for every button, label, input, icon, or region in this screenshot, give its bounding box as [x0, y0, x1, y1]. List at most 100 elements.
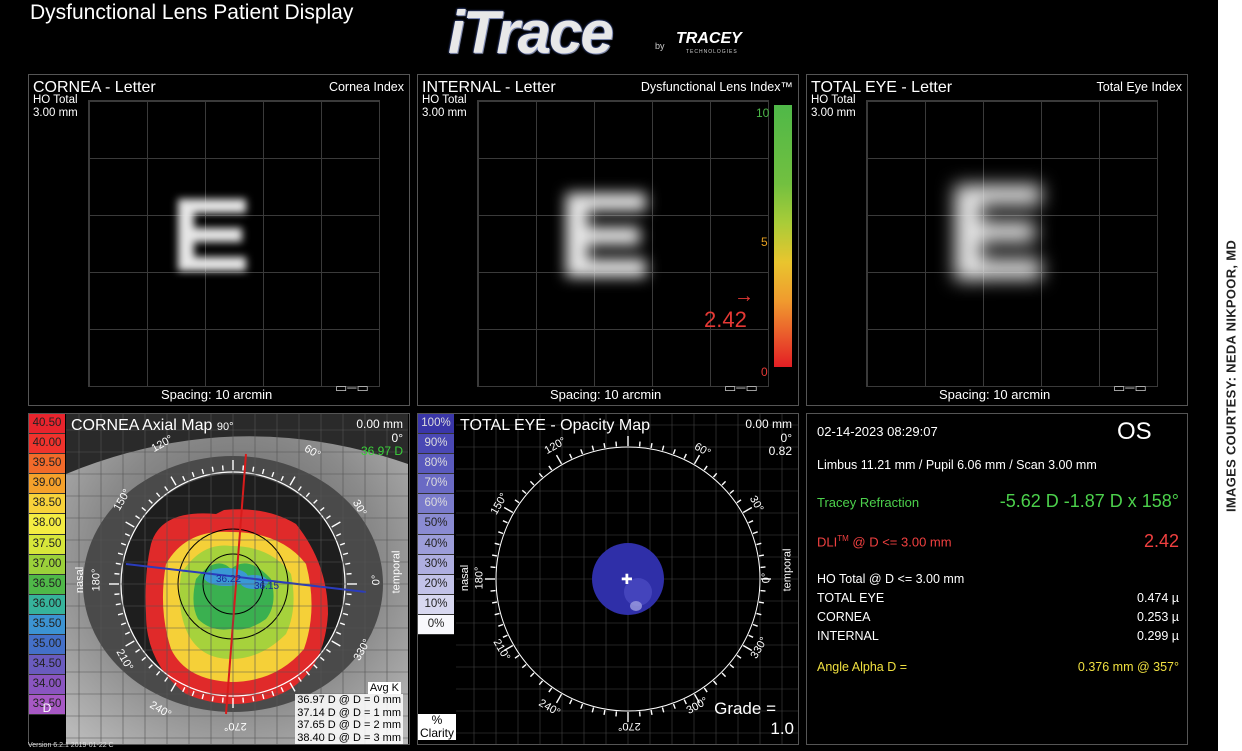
opacity-offset-angle: 0° — [780, 431, 792, 445]
scale-step: 40.50 — [29, 414, 65, 435]
avg-k-row: 38.40 D @ D = 3 mm — [297, 731, 401, 744]
dli-tick-0: 0 — [761, 365, 768, 379]
index-label: Dysfunctional Lens Index™ — [640, 80, 793, 94]
scale-step: 40% — [418, 534, 454, 555]
cornea-axial-map-panel[interactable]: 40.50 40.00 39.50 39.00 38.50 38.00 37.50 37.00… — [28, 413, 410, 745]
ho-row-label: CORNEA — [817, 610, 871, 624]
index-label: Total Eye Index — [1096, 80, 1182, 94]
glasses-icon[interactable]: ▭─▭ — [724, 380, 758, 396]
logo-company-sub: TECHNOLOGIES — [686, 49, 738, 55]
pupil-size-label: 3.00 mm — [811, 107, 856, 119]
total-eye-letter-panel[interactable]: TOTAL EYE - Letter Total Eye Index HO To… — [806, 74, 1188, 406]
dli-color-scale — [774, 105, 792, 367]
glasses-icon[interactable]: ▭─▭ — [335, 380, 369, 396]
avg-k-row: 37.65 D @ D = 2 mm — [297, 719, 401, 731]
itrace-screen: Dysfunctional Lens Patient Display iTrac… — [0, 0, 1218, 751]
opacity-value: 0.82 — [768, 444, 792, 458]
grade-label: Grade = — [714, 699, 776, 718]
axial-map-title: CORNEA Axial Map 90° — [71, 417, 234, 434]
spacing-label: Spacing: 10 arcmin — [939, 387, 1051, 402]
ho-total-label: HO Total — [811, 94, 856, 106]
pupil-size-label: 3.00 mm — [422, 107, 467, 119]
letter-e-image — [945, 175, 1055, 290]
opacity-map-graphic[interactable]: ✚ — [456, 414, 798, 744]
cornea-letter-panel[interactable]: CORNEA - Letter Cornea Index HO Total 3.… — [28, 74, 410, 406]
refraction-value: -5.62 D -1.87 D x 158° — [999, 491, 1179, 511]
opacity-offset: 0.00 mm — [745, 417, 792, 431]
scale-step: 90% — [418, 434, 454, 455]
scale-step: 39.00 — [29, 474, 65, 495]
scale-step: 35.50 — [29, 614, 65, 636]
scale-step: 36.50 — [29, 574, 65, 595]
itrace-logo: iTrace by TRACEY TECHNOLOGIES — [448, 0, 768, 66]
dli-value: 2.42 — [1143, 531, 1179, 551]
avg-k-row: 36.97 D @ D = 0 mm — [297, 694, 401, 706]
scale-step: 36.00 — [29, 594, 65, 615]
ho-total-label: HO Total @ D <= 3.00 mm — [817, 572, 965, 586]
center-value-1: 36.22 — [216, 574, 241, 585]
scale-step: 70% — [418, 474, 454, 495]
logo-company: TRACEY — [676, 30, 742, 47]
spacing-label: Spacing: 10 arcmin — [161, 387, 273, 402]
ho-row-label: INTERNAL — [817, 629, 879, 643]
ho-total-label: HO Total — [33, 94, 78, 106]
scale-step: 50% — [418, 514, 454, 535]
scale-step: 0% — [418, 614, 454, 636]
clarity-scale-label: % Clarity — [418, 713, 456, 740]
grade-value: 1.0 — [770, 719, 794, 738]
scale-step: 39.50 — [29, 454, 65, 475]
exam-datetime: 02-14-2023 08:29:07 — [817, 424, 938, 439]
internal-letter-panel[interactable]: INTERNAL - Letter Dysfunctional Lens Ind… — [417, 74, 799, 406]
glasses-icon[interactable]: ▭─▭ — [1113, 380, 1147, 396]
ho-row-value: 0.474 µ — [1137, 591, 1179, 605]
avg-k-list: 36.97 D @ D = 0 mm 37.14 D @ D = 1 mm 37… — [295, 694, 403, 744]
opacity-map-panel[interactable]: 100% 90% 80% 70% 60% 50% 40% 30% 20% 10% 0% % Clar… — [417, 413, 799, 745]
scale-step: 30% — [418, 554, 454, 575]
center-value-2: 36.15 — [254, 581, 279, 592]
scale-step: 80% — [418, 454, 454, 475]
ho-row-value: 0.253 µ — [1137, 610, 1179, 624]
scale-step: 34.00 — [29, 675, 65, 696]
scale-step: 100% — [418, 414, 454, 435]
pupil-size-label: 3.00 mm — [33, 107, 78, 119]
scale-step: 38.00 — [29, 514, 65, 535]
dli-tick-10: 10 — [756, 106, 770, 120]
axial-offset: 0.00 mm — [356, 417, 403, 431]
axial-color-scale: 40.50 40.00 39.50 39.00 38.50 38.00 37.50 37.00… — [29, 414, 65, 716]
scale-step: 40.00 — [29, 434, 65, 455]
avg-k-row: 37.14 D @ D = 1 mm — [297, 706, 401, 719]
dli-value: 2.42 — [704, 307, 747, 332]
scale-step: 34.50 — [29, 655, 65, 676]
dli-arrow-icon: → — [734, 285, 754, 307]
letter-e-image — [174, 195, 254, 275]
opacity-map-title: TOTAL EYE - Opacity Map — [460, 417, 650, 434]
index-label: Cornea Index — [328, 80, 404, 94]
clarity-scale: 100% 90% 80% 70% 60% 50% 40% 30% 20% 10% 0% — [418, 414, 454, 636]
logo-by: by — [655, 41, 665, 51]
letter-e-image — [558, 185, 658, 285]
ho-row-value: 0.299 µ — [1137, 629, 1179, 643]
angle-alpha-value: 0.376 mm @ 357° — [1077, 660, 1179, 674]
summary-info-panel: 02-14-2023 08:29:07 OS Limbus 11.21 mm /… — [806, 413, 1188, 745]
axial-k-value: 36.97 D — [360, 444, 403, 458]
scale-step: 20% — [418, 574, 454, 595]
refraction-label: Tracey Refraction — [817, 495, 920, 510]
ho-total-label: HO Total — [422, 94, 467, 106]
scale-step: 35.00 — [29, 635, 65, 656]
scale-unit-label: D — [42, 701, 52, 715]
scale-step: 10% — [418, 594, 454, 615]
logo-brand: iTrace — [448, 0, 614, 66]
scale-step: 38.50 — [29, 494, 65, 515]
measurements: Limbus 11.21 mm / Pupil 6.06 mm / Scan 3… — [817, 458, 1097, 472]
scale-step: 60% — [418, 494, 454, 515]
spacing-label: Spacing: 10 arcmin — [550, 387, 662, 402]
app-title: Dysfunctional Lens Patient Display — [30, 1, 354, 24]
avg-k-label: Avg K — [367, 682, 401, 694]
axial-offset-angle: 0° — [391, 431, 403, 445]
angle-alpha-label: Angle Alpha D = — [817, 660, 907, 674]
scale-step: 37.00 — [29, 554, 65, 575]
version-label: Version 6.2.1 2019-01-22 C — [28, 742, 114, 749]
eye-label: OS — [1117, 418, 1152, 445]
ho-row-label: TOTAL EYE — [817, 591, 885, 605]
center-cross-icon: ✚ — [621, 571, 633, 587]
